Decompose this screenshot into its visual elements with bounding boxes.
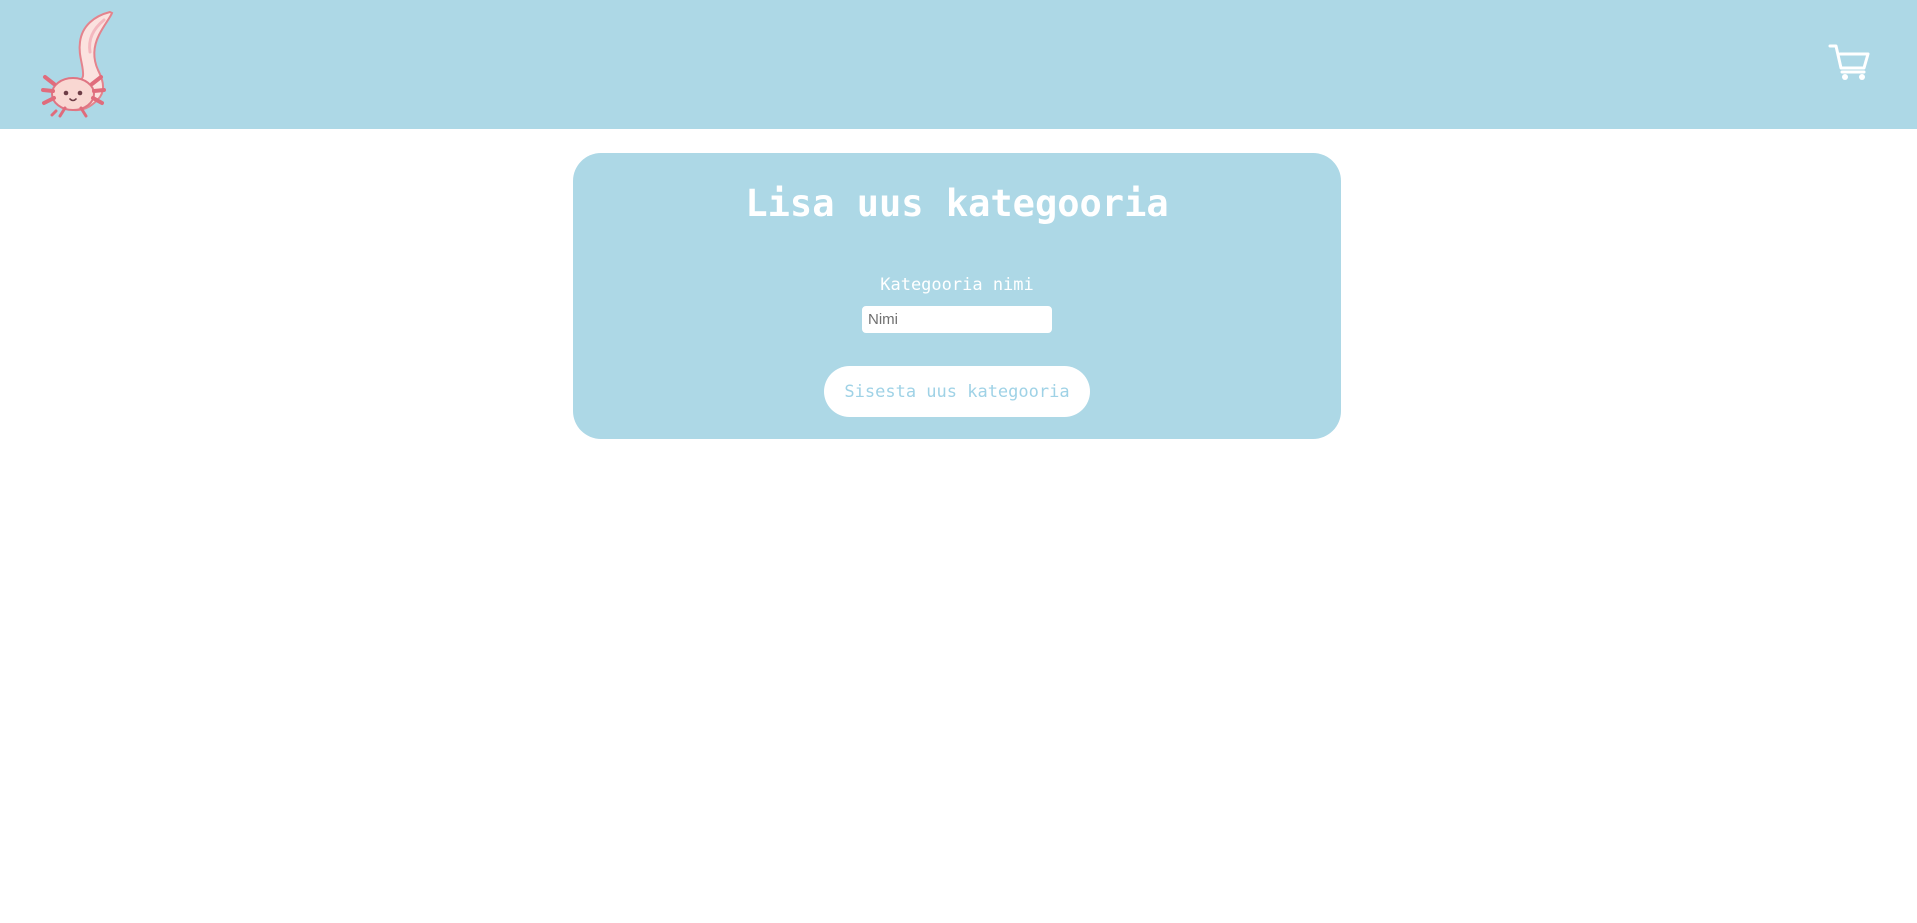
new-category-form: Lisa uus kategooria Kategooria nimi Sise…	[573, 153, 1341, 439]
submit-category-button[interactable]: Sisesta uus kategooria	[824, 366, 1090, 417]
shopping-cart-icon[interactable]	[1828, 42, 1872, 82]
category-name-input[interactable]	[862, 306, 1052, 333]
page-title: Lisa uus kategooria	[745, 182, 1169, 225]
axolotl-logo-icon[interactable]	[38, 8, 124, 118]
category-name-label: Kategooria nimi	[880, 275, 1034, 295]
top-header	[0, 0, 1917, 129]
